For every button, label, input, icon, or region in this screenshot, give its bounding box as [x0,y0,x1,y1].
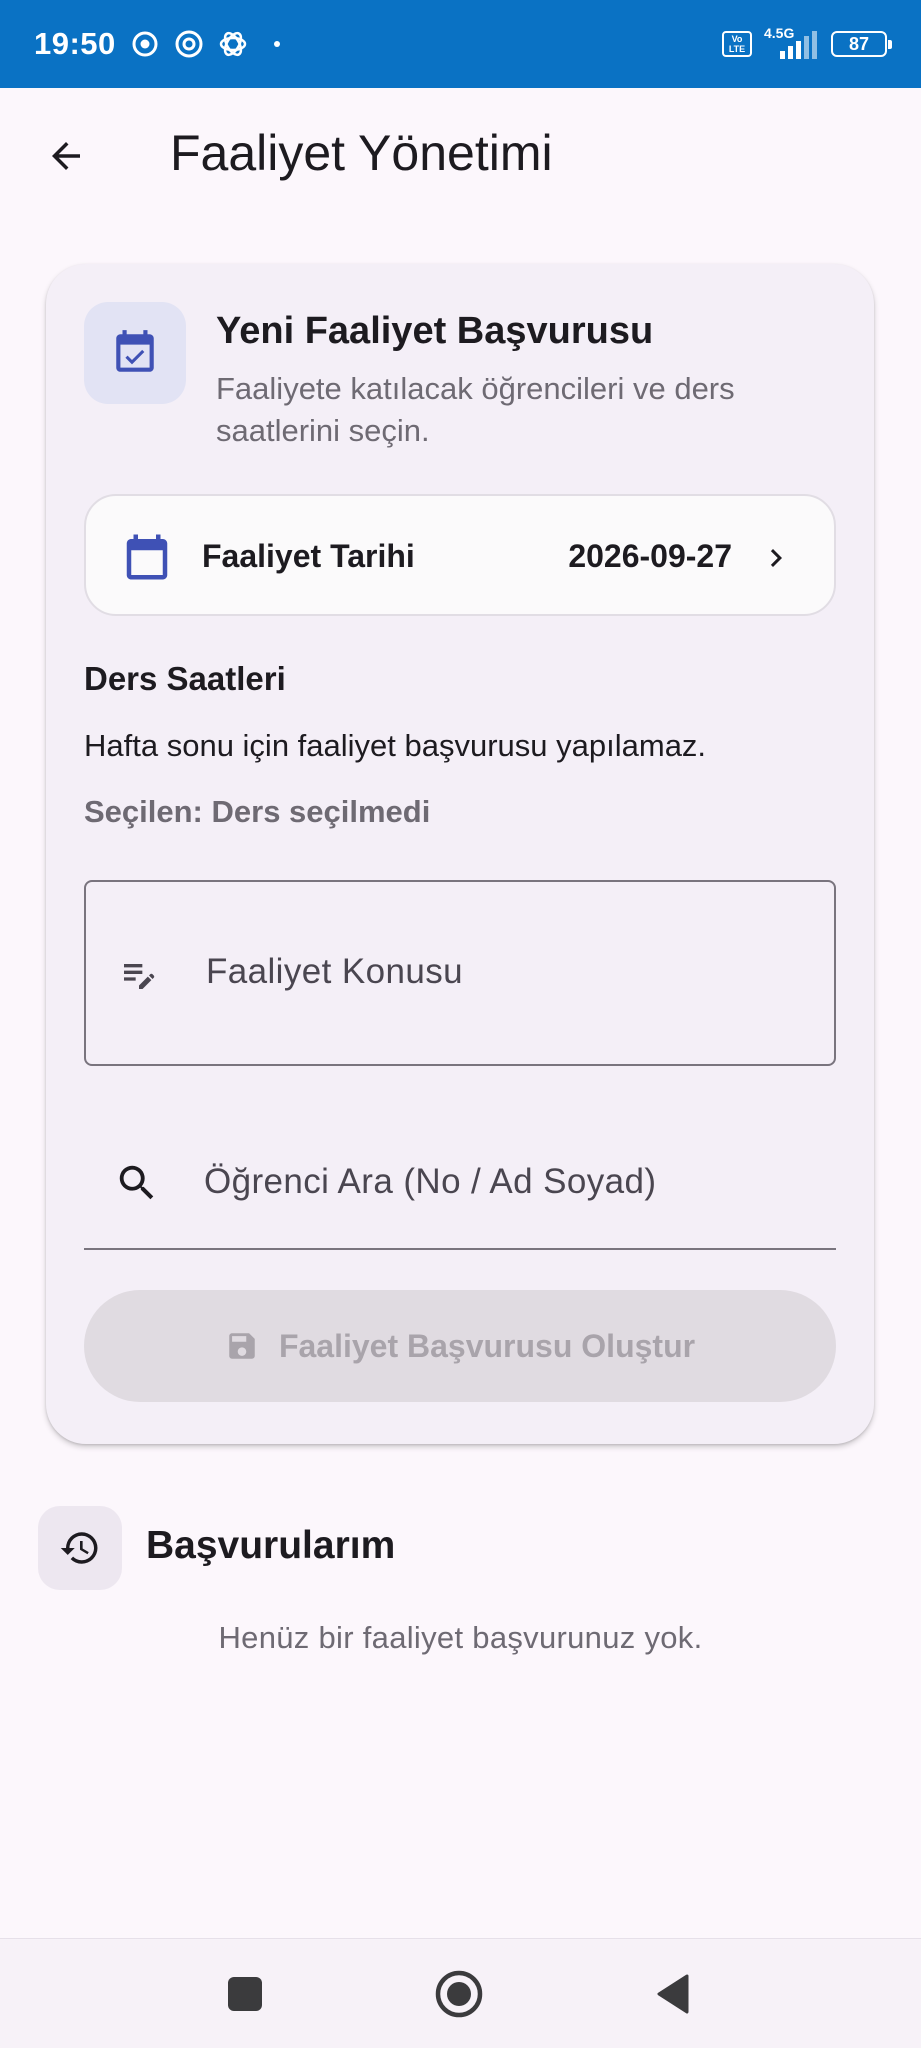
new-application-card: Yeni Faaliyet Başvurusu Faaliyete katıla… [46,264,874,1444]
network-type: 4.5G [764,25,795,41]
arrow-left-icon [52,142,80,170]
signal-icon: 4.5G [764,25,817,59]
calendar-icon [126,534,168,580]
status-right: Vo LTE 4.5G 87 [722,25,892,59]
topic-placeholder: Faaliyet Konusu [206,952,463,991]
battery-icon: 87 [831,31,892,57]
threads-icon [174,29,204,59]
lessons-title: Ders Saatleri [84,660,286,697]
openai-icon [218,29,248,59]
recents-button[interactable] [218,1967,272,2021]
history-icon [60,1532,98,1564]
date-label: Faaliyet Tarihi [202,538,415,574]
system-nav-bar [0,1938,921,2048]
history-icon-box [38,1506,122,1590]
page-title: Faaliyet Yönetimi [170,125,553,181]
edit-note-icon [124,964,155,989]
weekend-note: Hafta sonu için faaliyet başvurusu yapıl… [84,728,707,763]
history-empty-text: Henüz bir faaliyet başvurunuz yok. [218,1620,703,1655]
dot-icon [262,29,292,59]
status-bar: 19:50 Vo LTE 4.5G 87 [0,0,921,88]
student-search-input[interactable]: Öğrenci Ara (No / Ad Soyad) [84,1116,836,1250]
circle-icon [435,1970,483,2018]
card-header-icon-box [84,302,186,404]
search-icon [119,1165,154,1200]
status-left: 19:50 [34,26,292,62]
calendar-check-icon [116,330,154,372]
app-bar: Faaliyet Yönetimi [0,88,921,216]
chrome-icon [130,29,160,59]
volte-icon: Vo LTE [722,31,752,57]
topic-input[interactable]: Faaliyet Konusu [84,880,836,1066]
home-button[interactable] [432,1967,486,2021]
card-title: Yeni Faaliyet Başvurusu [216,310,654,352]
selected-lessons-text: Seçilen: Ders seçilmedi [84,794,431,829]
search-placeholder: Öğrenci Ara (No / Ad Soyad) [204,1162,657,1201]
create-application-label: Faaliyet Başvurusu Oluştur [278,1327,696,1364]
square-icon [228,1977,262,2011]
triangle-back-icon [657,1974,689,2014]
date-value: 2026-09-27 [568,538,732,574]
chevron-right-icon [770,549,782,567]
back-nav-button[interactable] [646,1967,700,2021]
status-time: 19:50 [34,26,116,61]
history-title: Başvurularım [146,1524,396,1567]
date-picker-row[interactable]: Faaliyet Tarihi 2026-09-27 [84,494,836,616]
create-application-button[interactable]: Faaliyet Başvurusu Oluştur [84,1290,836,1402]
back-button[interactable] [36,126,96,186]
battery-level: 87 [848,33,870,54]
save-icon [229,1333,255,1359]
card-subtitle: Faaliyete katılacak öğrencileri ve ders … [216,371,735,448]
